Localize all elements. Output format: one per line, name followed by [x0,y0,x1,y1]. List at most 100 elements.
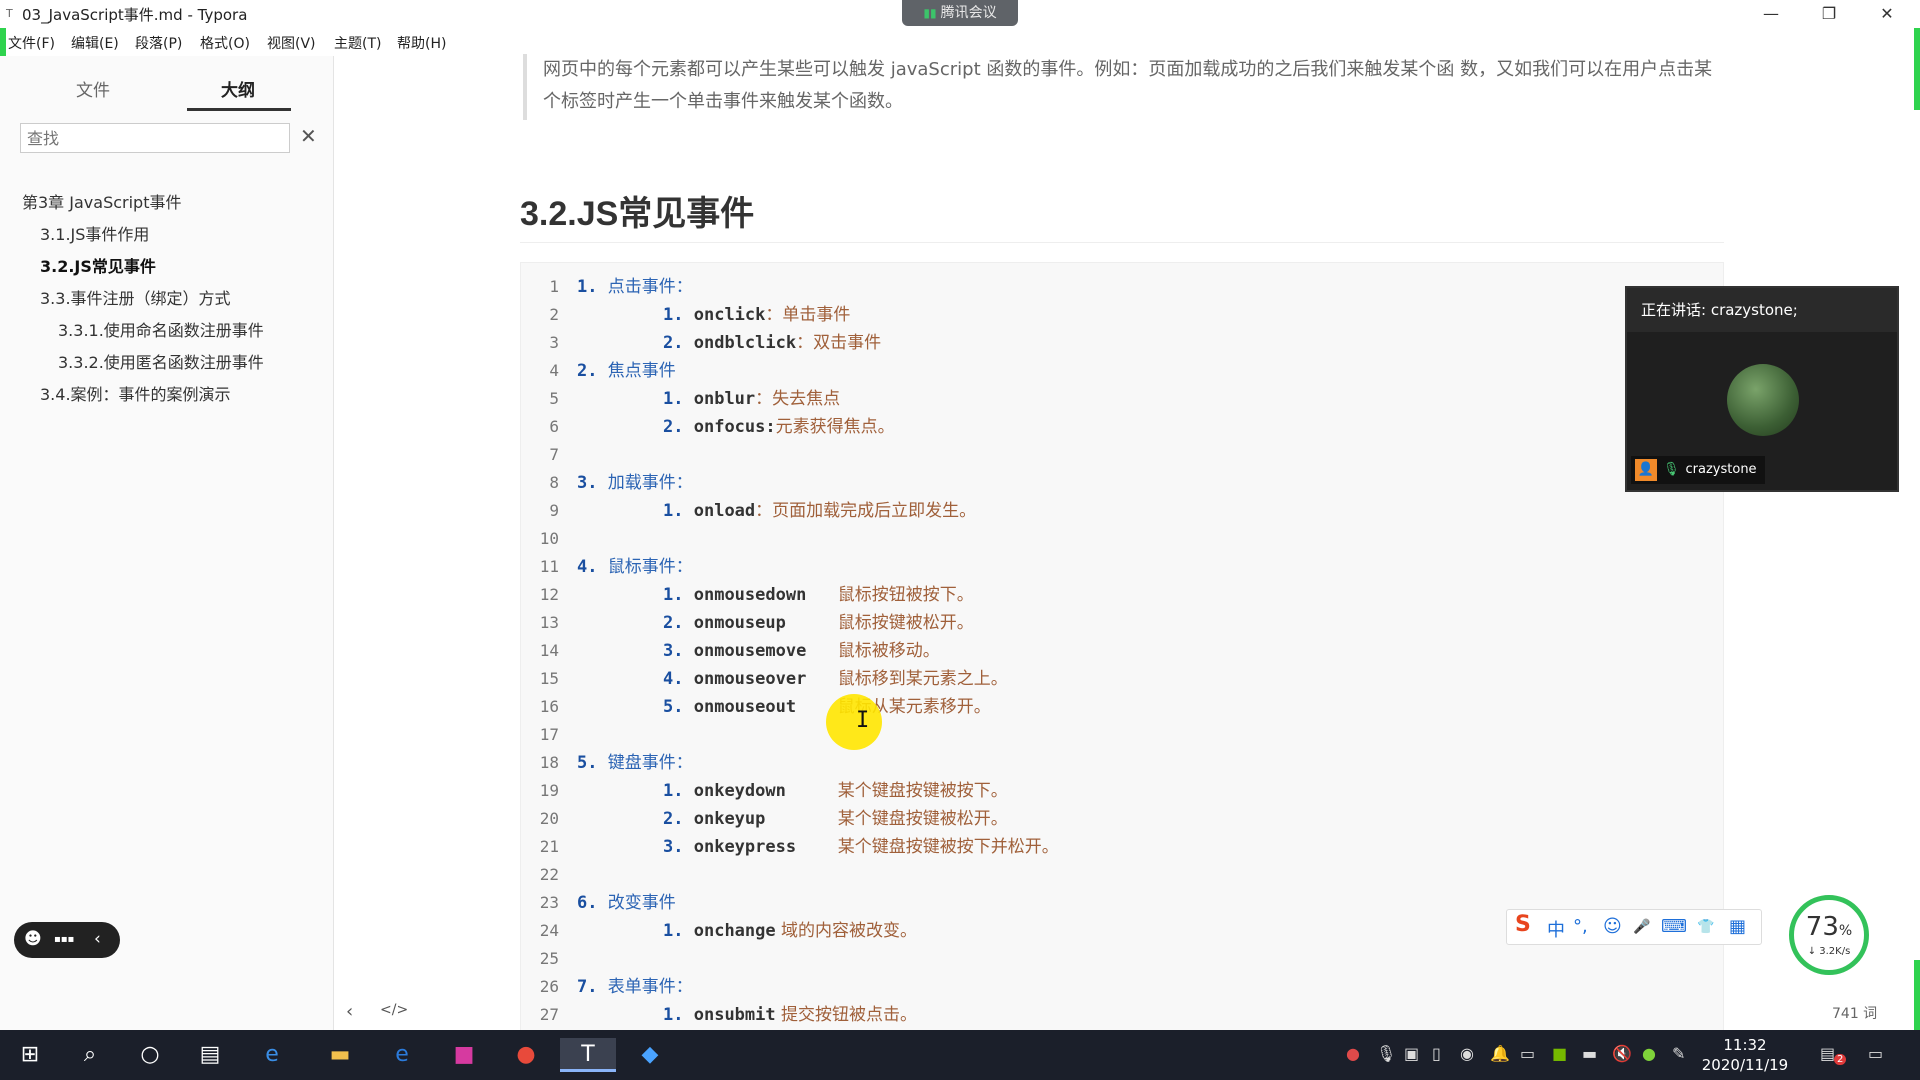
file-explorer-icon[interactable]: ▬ [320,1038,360,1072]
ie-icon[interactable]: e [252,1038,292,1072]
code-line[interactable]: 12 1. onmousedown 鼠标按钮被按下。 [521,581,1721,609]
menu-help[interactable]: 帮助(H) [397,33,446,53]
emoji-icon[interactable]: ☻ [24,929,42,949]
code-line[interactable]: 14 3. onmousemove 鼠标被移动。 [521,637,1721,665]
typora-icon[interactable]: T [560,1038,616,1072]
tray-security-icon[interactable]: ● [1642,1044,1656,1063]
code-line[interactable]: 2 1. onclick：单击事件 [521,301,1721,329]
intellij-icon[interactable]: ■ [444,1038,484,1072]
tray-app-icon[interactable]: ● [1346,1044,1360,1063]
ime-mode-toggle[interactable]: 中 [1547,916,1565,942]
search-icon[interactable]: ⌕ [70,1038,110,1072]
signal-icon: ▮▮ [923,6,937,20]
code-line[interactable]: 26 7. 表单事件： [521,973,1721,1001]
tray-volume-muted-icon[interactable]: 🔇 [1612,1044,1632,1063]
clear-search-icon[interactable]: ✕ [300,124,317,148]
toc-item-3-3-1[interactable]: 3.3.1.使用命名函数注册事件 [58,317,264,341]
event-description: 鼠标按键被松开。 [837,613,974,633]
code-line[interactable]: 8 3. 加载事件： [521,469,1721,497]
code-text: 3. onmousemove 鼠标被移动。 [663,637,940,665]
tray-bell-icon[interactable]: 🔔 [1490,1044,1510,1063]
network-speed-gauge[interactable]: 73% ↓ 3.2K/s [1789,895,1869,975]
tray-qq-icon[interactable]: ◉ [1460,1044,1474,1063]
menu-view[interactable]: 视图(V) [267,33,316,53]
menu-format[interactable]: 格式(O) [200,33,250,53]
toc-item-3-1[interactable]: 3.1.JS事件作用 [40,221,149,245]
menu-file[interactable]: 文件(F) [8,33,55,53]
collapse-icon[interactable]: ‹ [94,929,101,949]
outline-search-input[interactable] [20,123,290,153]
code-line[interactable]: 6 2. onfocus:元素获得焦点。 [521,413,1721,441]
tray-pen-icon[interactable]: ✎ [1672,1044,1685,1063]
toc-item-chapter3[interactable]: 第3章 JavaScript事件 [22,189,181,213]
code-line[interactable]: 11 4. 鼠标事件： [521,553,1721,581]
code-line[interactable]: 4 2. 焦点事件 [521,357,1721,385]
punctuation-toggle[interactable]: °, [1573,916,1588,937]
emoji-icon[interactable]: ☺ [1603,916,1622,937]
gauge-percent: 73% [1805,912,1853,942]
tray-device-icon[interactable]: ▯ [1432,1044,1441,1063]
action-center-icon[interactable]: ▭ [1868,1044,1883,1063]
cortana-icon[interactable]: ○ [130,1038,170,1072]
restore-button[interactable]: ❐ [1806,2,1852,26]
code-line[interactable]: 20 2. onkeyup 某个键盘按键被松开。 [521,805,1721,833]
code-line[interactable]: 16 5. onmouseout 鼠标从某元素移开。 [521,693,1721,721]
code-line[interactable]: 3 2. ondblclick：双击事件 [521,329,1721,357]
start-icon[interactable]: ⊞ [10,1038,50,1072]
sidebar-prev-icon[interactable]: ‹ [346,1001,353,1022]
word-count[interactable]: 741 词 [1832,1003,1877,1023]
source-code-mode-icon[interactable]: </> [380,1002,408,1018]
keyboard-icon[interactable]: ⌨ [1661,916,1687,937]
tray-display-icon[interactable]: ▭ [1520,1044,1535,1063]
code-line[interactable]: 9 1. onload：页面加载完成后立即发生。 [521,497,1721,525]
code-line[interactable]: 1 1. 点击事件： [521,273,1721,301]
toc-item-3-3[interactable]: 3.3.事件注册（绑定）方式 [40,285,231,309]
minimize-button[interactable]: — [1748,2,1794,26]
code-line[interactable]: 22 [521,861,1721,889]
code-line[interactable]: 7 [521,441,1721,469]
list-number: 5. [663,697,684,717]
code-line[interactable]: 25 [521,945,1721,973]
toc-item-3-3-2[interactable]: 3.3.2.使用匿名函数注册事件 [58,349,264,373]
notes-icon[interactable]: ▤ [1820,1044,1835,1063]
close-button[interactable]: ✕ [1864,2,1910,26]
task-view-icon[interactable]: ▤ [190,1038,230,1072]
toolbox-icon[interactable]: ▦ [1729,916,1746,937]
code-line[interactable]: 27 1. onsubmit 提交按钮被点击。 [521,1001,1721,1029]
line-number: 20 [539,809,559,828]
menu-theme[interactable]: 主题(T) [334,33,381,53]
edge-icon[interactable]: e [382,1038,422,1072]
tencent-meeting-pill[interactable]: ▮▮ 腾讯会议 [902,0,1018,26]
event-category: 点击事件： [607,277,693,297]
line-number: 6 [549,417,559,436]
ime-toolbar[interactable]: S 中 °, ☺ 🎤 ⌨ 👕 ▦ [1506,909,1762,945]
toc-item-3-4[interactable]: 3.4.案例：事件的案例演示 [40,381,231,405]
code-line[interactable]: 10 [521,525,1721,553]
voice-icon[interactable]: 🎤 [1633,919,1650,935]
tab-outline[interactable]: 大纲 [221,76,255,101]
tray-battery-icon[interactable]: ▬ [1582,1044,1597,1063]
video-panel[interactable]: 正在讲话: crazystone; 👤 🎙 crazystone [1625,286,1899,492]
tray-nvidia-icon[interactable]: ■ [1552,1044,1567,1063]
code-line[interactable]: 17 [521,721,1721,749]
code-line[interactable]: 13 2. onmouseup 鼠标按键被松开。 [521,609,1721,637]
event-name: onblur [693,389,756,409]
tab-files[interactable]: 文件 [76,76,110,101]
skin-icon[interactable]: 👕 [1697,919,1714,935]
tray-mic-icon[interactable]: 🎙 [1376,1044,1396,1063]
emoji-toolbar[interactable]: ☻ ▪▪▪ ‹ [14,922,120,958]
clock[interactable]: 11:32 2020/11/19 [1700,1035,1790,1075]
chat-icon[interactable]: ▪▪▪ [54,934,74,945]
code-line[interactable]: 18 5. 键盘事件： [521,749,1721,777]
sogou-logo-icon[interactable]: S [1515,912,1531,937]
code-line[interactable]: 21 3. onkeypress 某个键盘按键被按下并松开。 [521,833,1721,861]
chrome-icon[interactable]: ● [506,1038,546,1072]
toc-item-3-2[interactable]: 3.2.JS常见事件 [40,253,156,277]
tencent-meeting-icon[interactable]: ◆ [630,1038,670,1072]
code-line[interactable]: 19 1. onkeydown 某个键盘按键被按下。 [521,777,1721,805]
code-line[interactable]: 5 1. onblur：失去焦点 [521,385,1721,413]
tray-network-icon[interactable]: ▣ [1404,1044,1419,1063]
code-line[interactable]: 15 4. onmouseover 鼠标移到某元素之上。 [521,665,1721,693]
menu-paragraph[interactable]: 段落(P) [135,33,182,53]
menu-edit[interactable]: 编辑(E) [71,33,119,53]
